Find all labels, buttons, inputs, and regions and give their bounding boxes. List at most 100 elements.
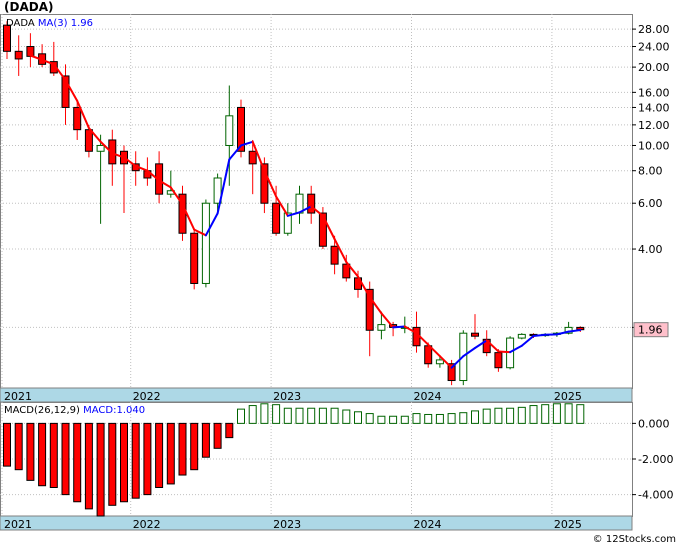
price-y-tick-label: 8.00 xyxy=(638,165,663,178)
macd-bar xyxy=(494,407,503,424)
price-y-tick-label: 4.00 xyxy=(638,243,663,256)
candle-body xyxy=(3,24,11,52)
ma-line-segment xyxy=(497,350,512,354)
chart-canvas: 28.00 24.00 20.00 16.00 14.00 12.00 10.00 8.00 6… xyxy=(0,14,673,531)
candle-body xyxy=(225,115,234,146)
price-y-tick-label: 28.00 xyxy=(638,23,670,36)
macd-bar xyxy=(190,422,199,471)
candle-body xyxy=(377,324,386,331)
macd-bar xyxy=(283,407,292,424)
macd-bar xyxy=(49,422,58,488)
macd-bar xyxy=(166,422,175,485)
macd-bar xyxy=(342,409,351,424)
candle-body xyxy=(84,129,93,152)
macd-bar xyxy=(447,413,456,424)
macd-bar xyxy=(201,422,210,458)
price-x-tick-label: 2024 xyxy=(414,390,442,403)
macd-bar xyxy=(108,422,117,506)
price-x-tick-label: 2023 xyxy=(273,390,301,403)
macd-bar xyxy=(389,415,398,424)
macd-bar xyxy=(471,410,479,424)
candle-body xyxy=(201,202,210,284)
macd-bar xyxy=(120,422,128,503)
macd-bar xyxy=(295,407,304,424)
macd-bar xyxy=(412,413,421,424)
macd-x-axis-band xyxy=(0,515,633,531)
macd-bar xyxy=(330,407,339,424)
macd-bar xyxy=(482,408,491,424)
macd-legend: MACD(26,12,9) MACD:1.040 xyxy=(4,405,145,416)
macd-bar xyxy=(248,405,257,424)
price-y-tick-label: 16.00 xyxy=(638,86,670,99)
macd-bar xyxy=(541,404,550,424)
candle-body xyxy=(330,245,339,265)
macd-bar xyxy=(155,422,164,488)
candle-body xyxy=(435,359,444,365)
macd-bar xyxy=(506,407,515,424)
price-x-tick-label: 2025 xyxy=(554,390,582,403)
price-y-tick-label: 14.00 xyxy=(638,101,670,114)
macd-bar xyxy=(225,422,234,439)
macd-bar xyxy=(400,415,409,424)
price-y-tick-label: 10.00 xyxy=(638,139,670,152)
copyright-text: © 12Stocks.com xyxy=(592,534,676,545)
macd-bar xyxy=(354,411,362,424)
macd-bar xyxy=(459,412,468,424)
candle-body xyxy=(190,232,199,284)
macd-x-tick-label: 2024 xyxy=(414,518,442,531)
macd-bar xyxy=(26,422,35,481)
macd-bar xyxy=(435,413,444,424)
candle-body xyxy=(517,333,526,339)
price-legend: DADA MA(3) 1.96 xyxy=(6,18,93,29)
price-y-tick-label: 6.00 xyxy=(638,197,663,210)
macd-bar xyxy=(564,403,573,424)
candle-body xyxy=(248,150,257,165)
macd-y-tick-label: -2.000 xyxy=(638,453,673,466)
macd-bar xyxy=(14,422,23,471)
ma-line-segment xyxy=(392,325,406,329)
price-x-tick-label: 2022 xyxy=(133,390,161,403)
macd-bar xyxy=(178,422,187,476)
macd-bar xyxy=(552,403,561,424)
price-y-tick-label: 12.00 xyxy=(638,119,670,132)
macd-x-tick-label: 2022 xyxy=(133,518,161,531)
macd-bar xyxy=(307,407,316,424)
macd-bar xyxy=(143,422,152,496)
candle-body xyxy=(471,332,479,337)
macd-bar xyxy=(576,404,585,424)
macd-bar xyxy=(365,413,374,424)
candle-body xyxy=(494,352,503,369)
candle-body xyxy=(14,50,23,60)
macd-x-tick-label: 2025 xyxy=(554,518,582,531)
macd-bar xyxy=(529,405,538,424)
macd-bar xyxy=(131,422,140,499)
price-y-tick-label: 24.00 xyxy=(638,41,670,54)
macd-bar xyxy=(213,422,222,449)
macd-bar xyxy=(260,403,269,424)
macd-bar xyxy=(272,404,281,424)
macd-bar xyxy=(84,422,93,510)
candle-body xyxy=(272,202,281,234)
macd-bar xyxy=(38,422,47,487)
price-x-tick-label: 2021 xyxy=(4,390,32,403)
ma-line-segment xyxy=(532,333,547,338)
price-x-axis-band xyxy=(0,387,633,403)
macd-x-tick-label: 2021 xyxy=(4,518,32,531)
candle-body xyxy=(96,144,105,152)
candle-body xyxy=(73,106,82,131)
macd-bar xyxy=(318,407,327,424)
macd-bar xyxy=(73,422,82,503)
macd-bar xyxy=(3,422,11,467)
macd-bar xyxy=(237,408,245,424)
price-panel-frame xyxy=(0,14,633,389)
macd-y-tick-label: 0.000 xyxy=(638,417,670,430)
macd-bar xyxy=(96,422,105,517)
macd-x-tick-label: 2023 xyxy=(273,518,301,531)
macd-bar xyxy=(377,415,386,424)
macd-bar xyxy=(517,406,526,424)
macd-bar xyxy=(61,422,70,496)
last-price-label: 1.96 xyxy=(638,324,663,337)
price-y-tick-label: 20.00 xyxy=(638,61,670,74)
macd-y-tick-label: -4.000 xyxy=(638,489,673,502)
macd-bar xyxy=(424,413,433,424)
